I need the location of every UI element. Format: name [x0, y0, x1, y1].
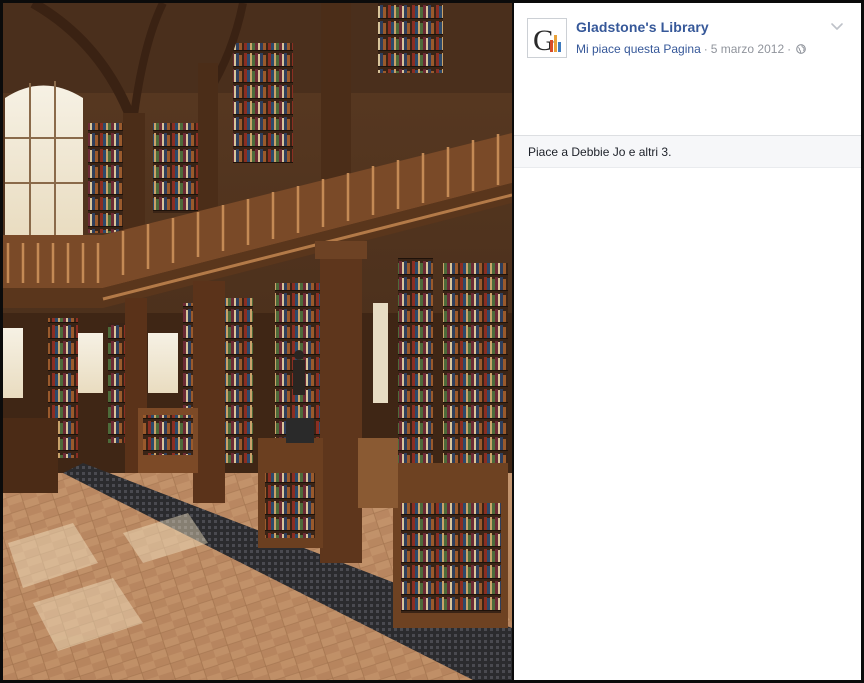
post-header: G Gladstone's Library Mi piace questa Pa…	[514, 3, 861, 136]
like-page-link[interactable]: Mi piace questa Pagina	[576, 42, 701, 56]
gladstone-logo-icon: G	[528, 19, 566, 57]
meta-separator-2: ·	[787, 42, 792, 56]
library-photo[interactable]	[3, 3, 512, 680]
chevron-down-icon[interactable]	[830, 19, 844, 33]
library-interior-image	[3, 3, 512, 680]
reactions-summary[interactable]: Piace a Debbie Jo e altri 3.	[514, 136, 861, 168]
post-date[interactable]: 5 marzo 2012	[711, 42, 784, 56]
meta-separator: ·	[703, 42, 708, 56]
likes-text[interactable]: Piace a Debbie Jo e altri 3.	[528, 145, 671, 159]
page-avatar[interactable]: G	[527, 18, 567, 58]
post-panel: G Gladstone's Library Mi piace questa Pa…	[514, 3, 861, 680]
photo-viewer: G Gladstone's Library Mi piace questa Pa…	[0, 0, 864, 683]
post-meta: Mi piace questa Pagina · 5 marzo 2012 ·	[576, 42, 806, 56]
globe-icon[interactable]	[796, 44, 806, 54]
page-name-link[interactable]: Gladstone's Library	[576, 19, 709, 35]
